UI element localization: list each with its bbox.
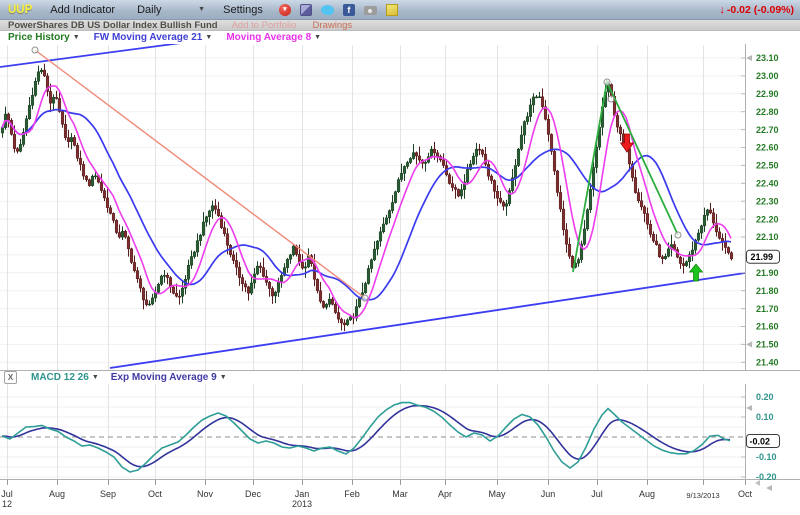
price-tick-label: 21.90 <box>756 268 779 278</box>
time-tick-sublabel: 12 <box>2 499 12 509</box>
price-history-menu[interactable]: Price History ▼ <box>8 32 80 43</box>
price-tick-label: 22.20 <box>756 214 779 224</box>
price-tick-label: 22.60 <box>756 143 779 153</box>
ma21-menu[interactable]: FW Moving Average 21 ▼ <box>94 32 213 43</box>
ma8-menu[interactable]: Moving Average 8 ▼ <box>226 32 321 43</box>
price-tick-label: 21.80 <box>756 286 779 296</box>
close-macd-button[interactable]: X <box>4 371 17 384</box>
facebook-icon[interactable]: f <box>343 4 355 16</box>
price-tick-label: 23.00 <box>756 71 779 81</box>
price-change-readout: ↓ -0.02 (-0.09%) <box>719 4 794 16</box>
drawing-handle[interactable] <box>675 232 681 238</box>
chevron-down-icon: ▼ <box>205 34 212 41</box>
chevron-down-icon: ▼ <box>92 374 99 381</box>
macd-menu[interactable]: MACD 12 26 ▼ <box>31 372 99 383</box>
time-tick-label: Apr <box>438 489 452 499</box>
price-tick-label: 22.50 <box>756 161 779 171</box>
macd-tick-label: -0.10 <box>756 452 777 462</box>
ma8-line <box>2 86 731 318</box>
macd-chart-canvas[interactable]: 0.20 0.10 -0.10 -0.20 -0.02 <box>0 384 800 480</box>
time-tick-label: Aug <box>49 489 65 499</box>
price-tick-label: 22.30 <box>756 196 779 206</box>
timeframe-value: Daily <box>137 4 161 16</box>
time-tick-label: Mar <box>392 489 408 499</box>
toolbar: UUP Add Indicator Daily ▼ Settings ▾ f ↓… <box>0 0 800 20</box>
chevron-down-icon: ▼ <box>73 34 80 41</box>
time-tick-label: Jul <box>1 489 13 499</box>
charting-app-window: UUP Add Indicator Daily ▼ Settings ▾ f ↓… <box>0 0 800 515</box>
time-tick-label: Feb <box>344 489 360 499</box>
price-tick-label: 21.70 <box>756 304 779 314</box>
price-tick-label: 21.60 <box>756 322 779 332</box>
time-tick-label: Jul <box>591 489 603 499</box>
axis-marker-icon <box>746 341 752 347</box>
axis-marker-icon <box>755 480 760 486</box>
time-tick-label: Jan <box>295 489 310 499</box>
symbol-label: UUP <box>8 4 32 16</box>
price-tick-label: 21.40 <box>756 358 779 368</box>
time-tick-label: Sep <box>100 489 116 499</box>
drawing-handle[interactable] <box>32 47 38 53</box>
drawing-handle[interactable] <box>604 79 610 85</box>
timeframe-dropdown[interactable]: Daily ▼ <box>137 4 205 16</box>
price-axis-labels: 23.10 23.00 22.90 22.80 22.70 22.60 22.50 22.40… <box>741 53 779 367</box>
signal-line <box>2 406 730 467</box>
last-price-value: 21.99 <box>751 252 774 262</box>
price-tick-label: 23.10 <box>756 53 779 63</box>
alert-icon[interactable]: ▾ <box>279 4 291 16</box>
time-tick-label: Nov <box>197 489 214 499</box>
time-axis[interactable]: Jul12AugSepOctNovDecJan2013FebMarAprMayJ… <box>0 480 800 515</box>
down-arrow-icon: ↓ <box>719 4 725 16</box>
time-tick-label: 9/13/2013 <box>686 491 719 500</box>
chevron-down-icon: ▼ <box>314 34 321 41</box>
add-to-portfolio-link[interactable]: Add to Portfolio <box>232 20 297 31</box>
time-tick-label: May <box>488 489 506 499</box>
drawings-menu[interactable]: Drawings <box>313 20 353 31</box>
toolbar-icons: ▾ f <box>279 4 398 16</box>
price-tick-label: 22.70 <box>756 125 779 135</box>
note-icon[interactable] <box>386 4 398 16</box>
ma21-line <box>2 110 731 300</box>
macd-grid-layer <box>0 384 745 480</box>
twitter-icon[interactable] <box>321 5 334 15</box>
price-chart-canvas[interactable]: 23.10 23.00 22.90 22.80 22.70 22.60 22.50 22.40… <box>0 44 800 371</box>
drawing-handle[interactable] <box>608 96 614 102</box>
macd-tick-label: 0.10 <box>756 412 774 422</box>
camera-icon[interactable] <box>364 6 377 15</box>
cube-icon[interactable] <box>300 4 312 16</box>
settings-button[interactable]: Settings <box>223 4 263 16</box>
axis-marker-icon <box>746 405 752 411</box>
macd-panel-header: X MACD 12 26 ▼ Exp Moving Average 9 ▼ <box>0 371 800 384</box>
drawing-handle[interactable] <box>362 295 368 301</box>
price-tick-label: 22.40 <box>756 179 779 189</box>
chevron-down-icon: ▼ <box>220 374 227 381</box>
time-tick-label: Oct <box>738 489 753 499</box>
instrument-bar: PowerShares DB US Dollar Index Bullish F… <box>0 20 800 31</box>
macd-tick-label: 0.20 <box>756 392 774 402</box>
price-tick-label: 22.10 <box>756 232 779 242</box>
change-value: -0.02 (-0.09%) <box>727 4 794 16</box>
time-tick-label: Aug <box>639 489 655 499</box>
price-tick-label: 21.50 <box>756 340 779 350</box>
macd-tick-label: -0.20 <box>756 472 777 480</box>
axis-marker-icon <box>746 55 752 61</box>
add-indicator-button[interactable]: Add Indicator <box>50 4 115 16</box>
chevron-down-icon: ▼ <box>198 6 205 13</box>
grid-layer <box>0 45 745 370</box>
time-tick-sublabel: 2013 <box>292 499 312 509</box>
fund-name: PowerShares DB US Dollar Index Bullish F… <box>8 20 218 31</box>
time-tick-label: Jun <box>541 489 556 499</box>
time-tick-label: Oct <box>148 489 163 499</box>
time-tick-label: Dec <box>245 489 262 499</box>
price-tick-label: 22.80 <box>756 107 779 117</box>
indicator-legend: Price History ▼ FW Moving Average 21 ▼ M… <box>0 31 800 44</box>
trendline-channel-upper[interactable] <box>0 44 196 67</box>
axis-marker-icon <box>766 485 772 491</box>
macd-value: -0.02 <box>750 436 771 446</box>
price-tick-label: 22.90 <box>756 89 779 99</box>
macd-signal-menu[interactable]: Exp Moving Average 9 ▼ <box>111 372 227 383</box>
